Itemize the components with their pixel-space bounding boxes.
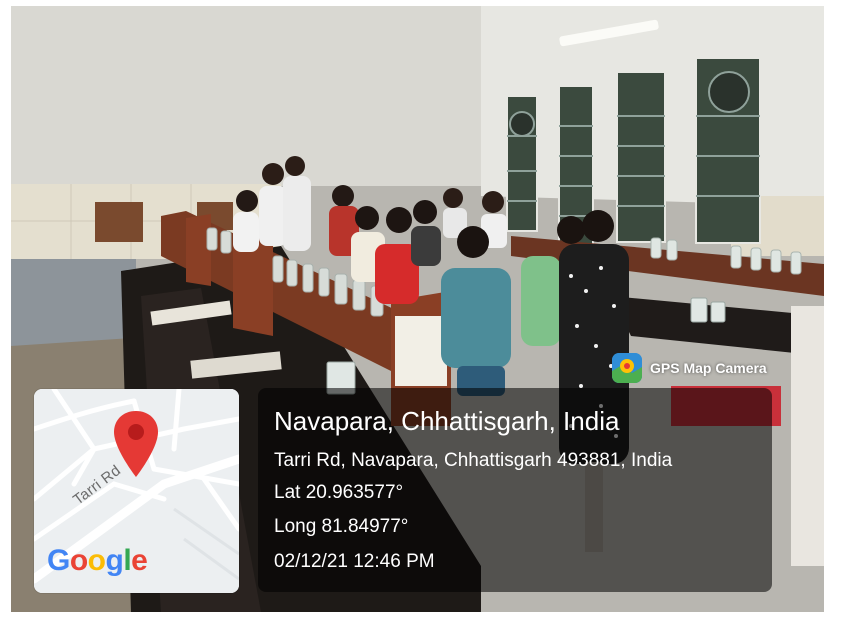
- longitude-line: Long 81.84977°: [274, 516, 409, 537]
- map-thumbnail: Tarri Rd Google: [34, 389, 239, 593]
- google-logo: Google: [47, 544, 148, 577]
- gps-map-camera-app-icon: [612, 353, 642, 383]
- address-line: Tarri Rd, Navapara, Chhattisgarh 493881,…: [274, 450, 673, 471]
- place-title: Navapara, Chhattisgarh, India: [274, 406, 620, 436]
- gps-map-camera-badge: GPS Map Camera: [612, 353, 767, 383]
- gps-map-camera-label: GPS Map Camera: [650, 360, 767, 376]
- location-info-panel: Navapara, Chhattisgarh, India Tarri Rd, …: [258, 388, 772, 592]
- datetime-line: 02/12/21 12:46 PM: [274, 551, 435, 572]
- latitude-line: Lat 20.963577°: [274, 482, 404, 503]
